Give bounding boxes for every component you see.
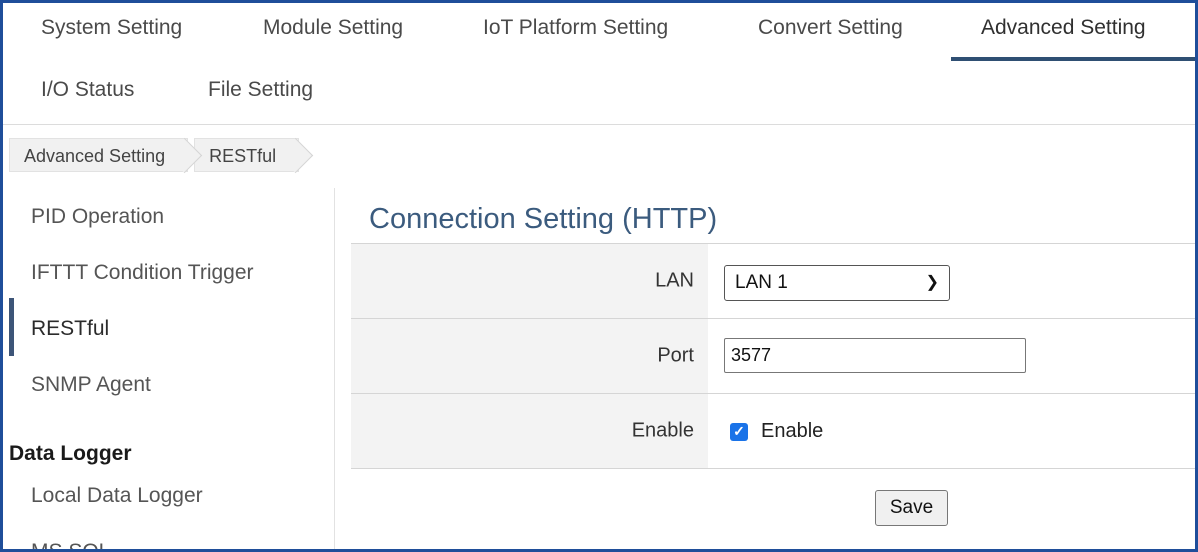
lan-label: LAN: [655, 269, 694, 292]
breadcrumb-item-advanced-setting[interactable]: Advanced Setting: [9, 138, 189, 172]
sidebar-item-ifttt-condition-trigger[interactable]: IFTTT Condition Trigger: [31, 261, 254, 285]
save-button[interactable]: Save: [875, 490, 948, 526]
tab-advanced-setting[interactable]: Advanced Setting: [951, 3, 1195, 61]
breadcrumb-item-restful[interactable]: RESTful: [194, 138, 300, 172]
form-row-lan: LAN LAN 1 ❯: [351, 244, 1195, 319]
sidebar-item-pid-operation[interactable]: PID Operation: [31, 205, 164, 229]
sidebar: PID Operation IFTTT Condition Trigger RE…: [3, 188, 335, 549]
form-row-port: Port: [351, 319, 1195, 394]
sidebar-section-heading: Data Logger: [9, 442, 132, 465]
enable-checkbox[interactable]: ✓: [730, 422, 748, 441]
breadcrumb: Advanced Setting RESTful: [9, 138, 305, 174]
enable-checkbox-group[interactable]: ✓ Enable: [730, 420, 823, 443]
tab-iot-platform-setting[interactable]: IoT Platform Setting: [483, 3, 668, 61]
tab-system-setting[interactable]: System Setting: [41, 3, 182, 61]
app-frame: System Setting Module Setting IoT Platfo…: [0, 0, 1198, 552]
port-label: Port: [657, 344, 694, 367]
tab-module-setting[interactable]: Module Setting: [263, 3, 403, 61]
connection-setting-form: LAN LAN 1 ❯ Port Enable ✓: [351, 243, 1195, 469]
chevron-down-icon: ❯: [925, 274, 939, 291]
tab-file-setting[interactable]: File Setting: [208, 61, 313, 125]
enable-label: Enable: [631, 419, 694, 442]
tab-io-status[interactable]: I/O Status: [41, 61, 134, 125]
top-tab-bar: System Setting Module Setting IoT Platfo…: [3, 3, 1195, 61]
secondary-tab-bar: I/O Status File Setting: [3, 61, 1195, 125]
port-input[interactable]: [724, 338, 1026, 373]
checkmark-icon: ✓: [733, 423, 745, 439]
lan-select[interactable]: LAN 1 ❯: [724, 265, 950, 301]
sidebar-item-ms-sql[interactable]: MS SQL: [31, 540, 110, 549]
form-row-enable: Enable ✓ Enable: [351, 394, 1195, 469]
sidebar-item-local-data-logger[interactable]: Local Data Logger: [31, 484, 203, 508]
enable-checkbox-label[interactable]: Enable: [761, 420, 823, 443]
sidebar-item-restful[interactable]: RESTful: [31, 317, 109, 341]
sidebar-item-snmp-agent[interactable]: SNMP Agent: [31, 373, 151, 397]
page-title: Connection Setting (HTTP): [369, 203, 718, 235]
active-item-marker: [9, 298, 14, 356]
lan-select-value: LAN 1: [735, 272, 788, 293]
tab-convert-setting[interactable]: Convert Setting: [758, 3, 903, 61]
